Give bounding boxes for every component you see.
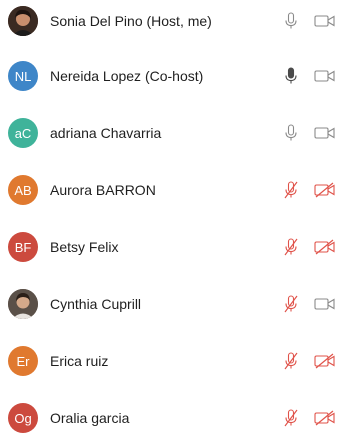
video-camera-icon[interactable] — [314, 296, 336, 312]
avatar-initials: AB — [14, 182, 32, 198]
participant-name: Sonia Del Pino (Host, me) — [50, 13, 212, 29]
participant-name: Nereida Lopez (Co-host) — [50, 68, 204, 84]
avatar-initials: Er — [16, 353, 30, 369]
avatar-photo — [8, 6, 38, 36]
avatar: aC — [8, 118, 38, 148]
avatar — [8, 289, 38, 319]
microphone-icon[interactable] — [284, 12, 298, 30]
participant-row[interactable]: BF Betsy Felix — [0, 222, 339, 272]
avatar-initials: Og — [14, 410, 32, 426]
participant-row[interactable]: Sonia Del Pino (Host, me) — [0, 0, 339, 46]
participant-name: Erica ruiz — [50, 353, 109, 369]
avatar-initials: NL — [14, 68, 32, 84]
microphone-icon[interactable] — [284, 67, 298, 85]
participant-row[interactable]: aC adriana Chavarria — [0, 108, 339, 158]
avatar: NL — [8, 61, 38, 91]
avatar-photo — [8, 289, 38, 319]
video-camera-stopped-icon[interactable] — [314, 182, 336, 198]
participant-row[interactable]: AB Aurora BARRON — [0, 165, 339, 215]
microphone-muted-icon[interactable] — [284, 409, 298, 427]
participant-row[interactable]: NL Nereida Lopez (Co-host) — [0, 51, 339, 101]
participant-name: Cynthia Cuprill — [50, 296, 142, 312]
microphone-muted-icon[interactable] — [284, 295, 298, 313]
participant-row[interactable]: Cynthia Cuprill — [0, 279, 339, 329]
participant-name: Oralia garcia — [50, 410, 130, 426]
participant-name: adriana Chavarria — [50, 125, 162, 141]
avatar: Og — [8, 403, 38, 433]
microphone-muted-icon[interactable] — [284, 181, 298, 199]
microphone-muted-icon[interactable] — [284, 238, 298, 256]
participant-list: Sonia Del Pino (Host, me) NL Nereida Lop… — [0, 0, 339, 438]
participant-name: Aurora BARRON — [50, 182, 156, 198]
participant-row[interactable]: Er Erica ruiz — [0, 336, 339, 386]
avatar-initials: BF — [14, 239, 32, 255]
video-camera-stopped-icon[interactable] — [314, 353, 336, 369]
video-camera-icon[interactable] — [314, 68, 336, 84]
video-camera-stopped-icon[interactable] — [314, 239, 336, 255]
avatar: Er — [8, 346, 38, 376]
participant-row[interactable]: Og Oralia garcia — [0, 393, 339, 443]
avatar: AB — [8, 175, 38, 205]
video-camera-icon[interactable] — [314, 13, 336, 29]
microphone-muted-icon[interactable] — [284, 352, 298, 370]
microphone-icon[interactable] — [284, 124, 298, 142]
video-camera-icon[interactable] — [314, 125, 336, 141]
avatar: BF — [8, 232, 38, 262]
video-camera-stopped-icon[interactable] — [314, 410, 336, 426]
participant-name: Betsy Felix — [50, 239, 119, 255]
avatar — [8, 6, 38, 36]
avatar-initials: aC — [14, 125, 32, 141]
